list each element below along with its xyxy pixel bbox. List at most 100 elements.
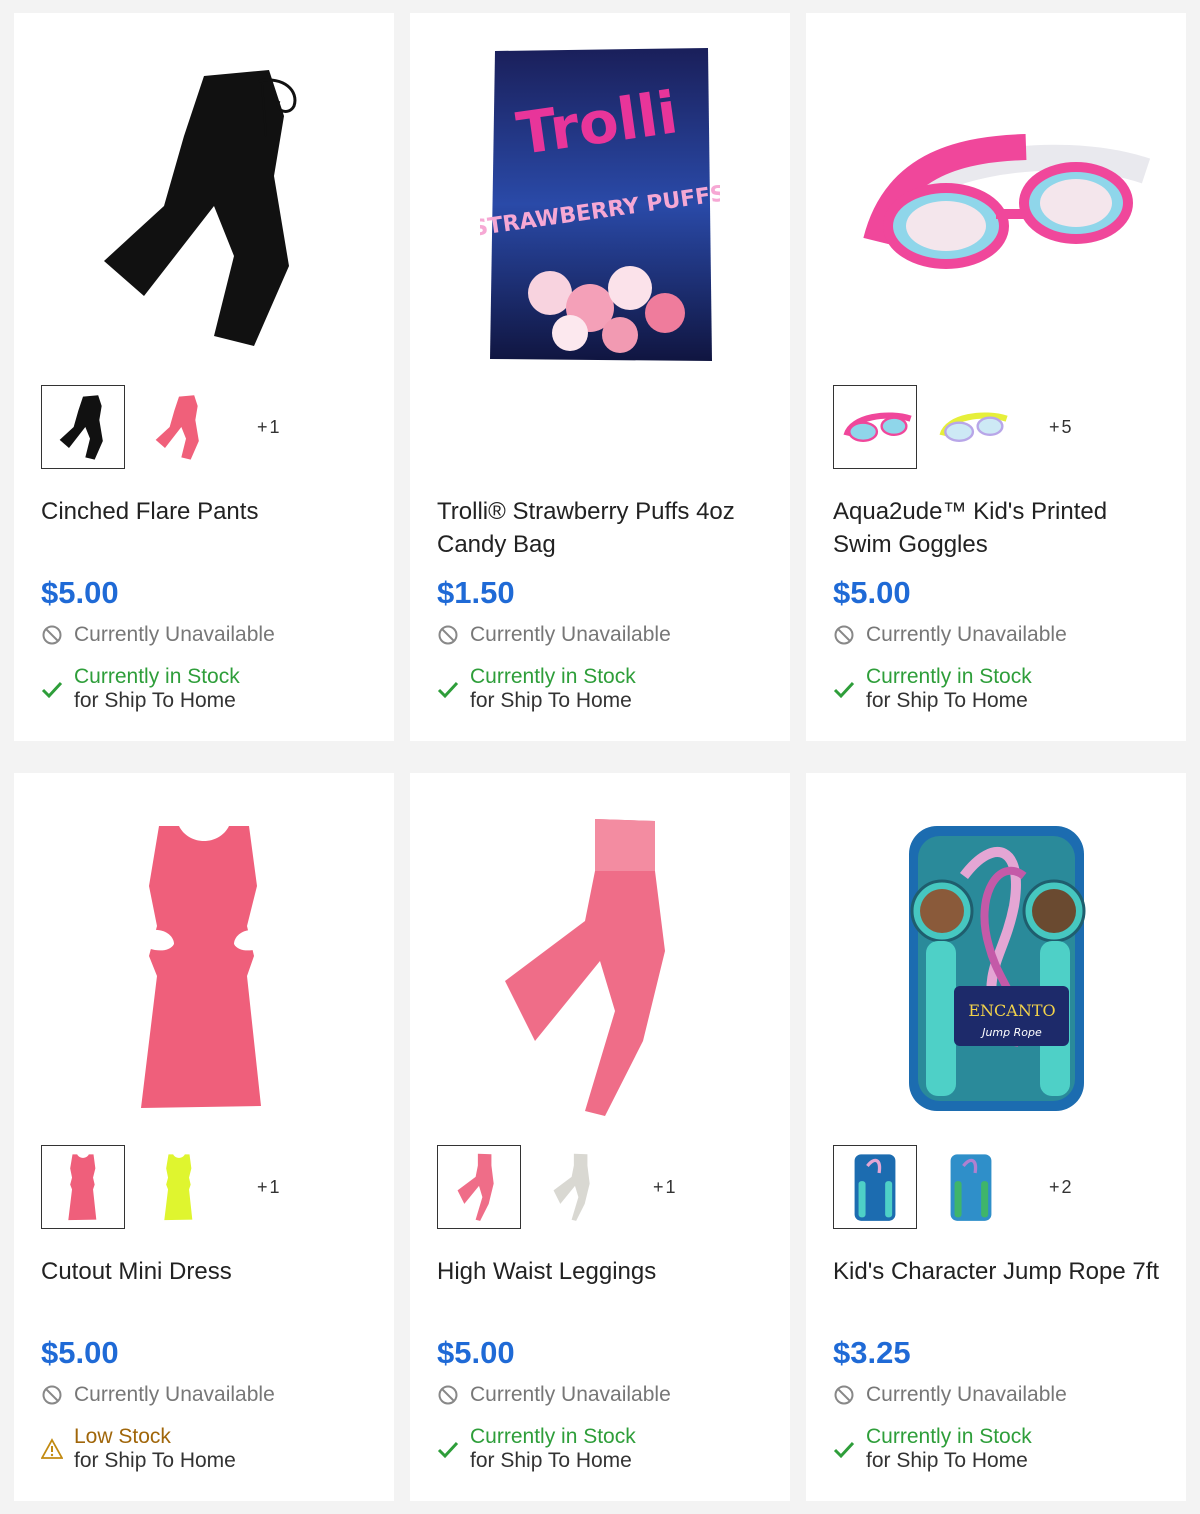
product-card[interactable]: ENCANTO Jump Rope +2 Kid's Character Jum… (806, 773, 1186, 1501)
pink-swim-goggles-icon (863, 133, 1151, 269)
ship-to-home-status: Currently in Stock for Ship To Home (833, 1425, 1032, 1473)
pickup-availability: Currently Unavailable (833, 1383, 1067, 1407)
product-title[interactable]: Trolli® Strawberry Puffs 4oz Candy Bag (437, 495, 767, 561)
product-price: $5.00 (437, 1335, 515, 1370)
availability-text: Currently Unavailable (470, 1383, 671, 1406)
unavailable-icon (438, 1385, 458, 1405)
encanto-logo-text: ENCANTO (968, 1001, 1055, 1020)
availability-text: Currently Unavailable (74, 623, 275, 646)
product-title[interactable]: Aqua2ude™ Kid's Printed Swim Goggles (833, 495, 1163, 561)
color-swatches: +1 (41, 385, 282, 469)
yellow-goggles-thumbnail-icon (939, 412, 1008, 442)
ship-to-home-status: Currently in Stock for Ship To Home (833, 665, 1032, 713)
checkmark-icon (437, 1441, 459, 1459)
availability-text: Currently Unavailable (470, 623, 671, 646)
product-price: $1.50 (437, 575, 515, 610)
more-colors-count[interactable]: +1 (257, 417, 282, 438)
more-colors-count[interactable]: +1 (257, 1177, 282, 1198)
product-grid: +1 Cinched Flare Pants $5.00 Currently U… (0, 0, 1200, 1514)
availability-text: Currently Unavailable (866, 623, 1067, 646)
pickup-availability: Currently Unavailable (833, 623, 1067, 647)
product-card[interactable]: +5 Aqua2ude™ Kid's Printed Swim Goggles … (806, 13, 1186, 741)
product-title[interactable]: High Waist Leggings (437, 1255, 767, 1288)
pink-leggings-icon (505, 818, 665, 1116)
availability-text: Currently Unavailable (866, 1383, 1067, 1406)
color-swatches: +1 (41, 1145, 282, 1229)
product-price: $5.00 (41, 1335, 119, 1370)
trolli-candy-bag-icon: Trolli STRAWBERRY PUFFS (480, 48, 720, 361)
swatch-black[interactable] (41, 385, 125, 469)
black-pants-thumbnail-icon (59, 395, 103, 460)
product-image[interactable] (437, 793, 763, 1138)
more-colors-count[interactable]: +1 (653, 1177, 678, 1198)
character-rope-thumbnail-icon (950, 1154, 992, 1221)
ship-method: for Ship To Home (866, 1449, 1028, 1472)
checkmark-icon (437, 681, 459, 699)
encanto-jump-rope-icon: ENCANTO Jump Rope (908, 825, 1085, 1111)
ship-to-home-status: Low Stock for Ship To Home (41, 1425, 236, 1473)
color-swatches: +1 (437, 1145, 678, 1229)
stock-status: Currently in Stock (866, 1425, 1032, 1448)
availability-text: Currently Unavailable (74, 1383, 275, 1406)
ship-method: for Ship To Home (470, 1449, 632, 1472)
product-title[interactable]: Cinched Flare Pants (41, 495, 371, 528)
product-card[interactable]: +1 Cinched Flare Pants $5.00 Currently U… (14, 13, 394, 741)
swatch-neon-yellow[interactable] (137, 1145, 221, 1229)
ship-method: for Ship To Home (866, 689, 1028, 712)
product-image[interactable] (41, 793, 367, 1138)
swatch-yellow-blue[interactable] (929, 385, 1013, 469)
stock-status: Low Stock (74, 1425, 171, 1448)
unavailable-icon (834, 625, 854, 645)
product-image[interactable] (41, 33, 367, 378)
product-title[interactable]: Kid's Character Jump Rope 7ft (833, 1255, 1163, 1288)
checkmark-icon (41, 681, 63, 699)
product-price: $5.00 (41, 575, 119, 610)
ship-method: for Ship To Home (74, 1449, 236, 1472)
product-image[interactable] (833, 33, 1159, 378)
swatch-encanto[interactable] (833, 1145, 917, 1229)
pickup-availability: Currently Unavailable (41, 1383, 275, 1407)
pickup-availability: Currently Unavailable (437, 1383, 671, 1407)
pink-cutout-dress-icon (141, 825, 267, 1108)
more-colors-count[interactable]: +2 (1049, 1177, 1074, 1198)
stock-status: Currently in Stock (470, 1425, 636, 1448)
gray-leggings-thumbnail-icon (553, 1153, 590, 1221)
swatch-character-2[interactable] (929, 1145, 1013, 1229)
color-swatches: +2 (833, 1145, 1074, 1229)
product-card[interactable]: +1 Cutout Mini Dress $5.00 Currently Una… (14, 773, 394, 1501)
swatch-light-gray[interactable] (533, 1145, 617, 1229)
stock-status: Currently in Stock (74, 665, 240, 688)
swatch-pink[interactable] (437, 1145, 521, 1229)
unavailable-icon (438, 625, 458, 645)
product-price: $3.25 (833, 1335, 911, 1370)
stock-status: Currently in Stock (866, 665, 1032, 688)
swatch-pink-blue[interactable] (833, 385, 917, 469)
checkmark-icon (833, 1441, 855, 1459)
swatch-pink[interactable] (137, 385, 221, 469)
pickup-availability: Currently Unavailable (437, 623, 671, 647)
pink-goggles-thumbnail-icon (843, 412, 912, 442)
pink-dress-thumbnail-icon (68, 1154, 97, 1221)
swatch-pink[interactable] (41, 1145, 125, 1229)
product-card[interactable]: +1 High Waist Leggings $5.00 Currently U… (410, 773, 790, 1501)
unavailable-icon (834, 1385, 854, 1405)
warning-icon (41, 1438, 63, 1459)
encanto-thumbnail-icon (854, 1154, 896, 1221)
product-image[interactable]: Trolli STRAWBERRY PUFFS (437, 33, 763, 378)
product-title[interactable]: Cutout Mini Dress (41, 1255, 371, 1288)
more-colors-count[interactable]: +5 (1049, 417, 1074, 438)
color-swatches: +5 (833, 385, 1074, 469)
pink-pants-thumbnail-icon (155, 395, 199, 460)
product-card[interactable]: Trolli STRAWBERRY PUFFS Trolli® Strawber… (410, 13, 790, 741)
checkmark-icon (833, 681, 855, 699)
ship-to-home-status: Currently in Stock for Ship To Home (437, 665, 636, 713)
ship-to-home-status: Currently in Stock for Ship To Home (437, 1425, 636, 1473)
yellow-dress-thumbnail-icon (164, 1154, 193, 1221)
unavailable-icon (42, 1385, 62, 1405)
product-image[interactable]: ENCANTO Jump Rope (833, 793, 1159, 1138)
black-flare-pants-icon (104, 69, 297, 346)
ship-to-home-status: Currently in Stock for Ship To Home (41, 665, 240, 713)
pink-leggings-thumbnail-icon (457, 1153, 494, 1221)
ship-method: for Ship To Home (470, 689, 632, 712)
jump-rope-label-text: Jump Rope (980, 1026, 1042, 1039)
